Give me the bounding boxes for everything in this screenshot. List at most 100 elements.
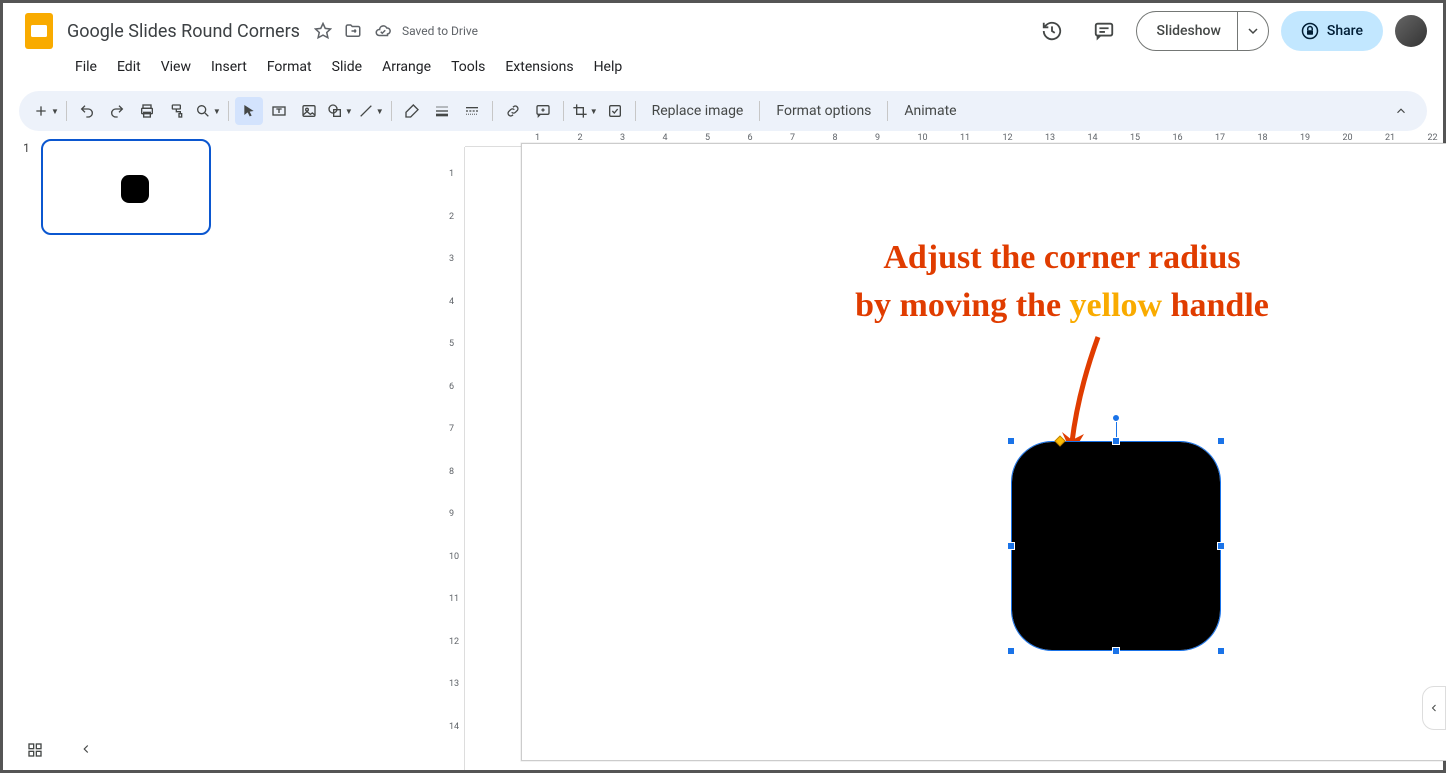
line-tool[interactable]: ▼ (356, 97, 385, 125)
resize-handle-tm[interactable] (1112, 437, 1120, 445)
separator (759, 101, 760, 121)
select-tool[interactable] (235, 97, 263, 125)
new-slide-button[interactable]: ▼ (31, 97, 60, 125)
ruler-tick: 10 (449, 552, 459, 562)
print-button[interactable] (133, 97, 161, 125)
comments-icon[interactable] (1084, 11, 1124, 51)
ruler-tick: 2 (578, 133, 583, 143)
avatar[interactable] (1395, 15, 1427, 47)
ruler-tick: 5 (449, 339, 454, 349)
image-tool[interactable] (295, 97, 323, 125)
ruler-tick: 1 (449, 169, 454, 179)
grid-view-icon[interactable] (27, 742, 43, 758)
slideshow-dropdown[interactable] (1237, 12, 1268, 50)
slide-number: 1 (23, 139, 33, 235)
menu-view[interactable]: View (153, 55, 199, 79)
share-label: Share (1327, 23, 1363, 39)
ruler-tick: 11 (960, 133, 970, 143)
ruler-tick: 14 (1088, 133, 1098, 143)
separator (228, 101, 229, 121)
ruler-tick: 7 (449, 424, 454, 434)
slides-logo[interactable] (19, 11, 59, 51)
slides-panel: 1 (3, 131, 221, 770)
ruler-tick: 4 (449, 297, 454, 307)
resize-handle-mr[interactable] (1217, 542, 1225, 550)
slide-canvas[interactable]: Adjust the corner radius by moving the y… (521, 143, 1446, 761)
ruler-tick: 18 (1258, 133, 1268, 143)
ruler-tick: 1 (535, 133, 540, 143)
ruler-tick: 8 (833, 133, 838, 143)
move-folder-icon[interactable] (344, 22, 362, 40)
menu-slide[interactable]: Slide (324, 55, 370, 79)
document-title[interactable]: Google Slides Round Corners (67, 21, 300, 42)
rounded-rectangle-shape[interactable] (1012, 442, 1220, 650)
link-button[interactable] (499, 97, 527, 125)
cloud-saved-icon[interactable] (374, 22, 392, 40)
ruler-tick: 8 (449, 467, 454, 477)
canvas-area: 1234567891011121314151617181920212223242… (221, 131, 1443, 770)
ruler-tick: 16 (1173, 133, 1183, 143)
crop-button[interactable]: ▼ (570, 97, 599, 125)
annotation-text: Adjust the corner radius by moving the y… (792, 234, 1332, 329)
redo-button[interactable] (103, 97, 131, 125)
menu-insert[interactable]: Insert (203, 55, 255, 79)
undo-button[interactable] (73, 97, 101, 125)
menu-edit[interactable]: Edit (109, 55, 149, 79)
menu-file[interactable]: File (67, 55, 105, 79)
resize-handle-br[interactable] (1217, 647, 1225, 655)
reset-image-button[interactable] (601, 97, 629, 125)
side-panel-expand-icon[interactable] (1422, 686, 1446, 730)
ruler-tick: 3 (620, 133, 625, 143)
lock-icon (1301, 22, 1319, 40)
paint-format-button[interactable] (163, 97, 191, 125)
star-icon[interactable] (314, 22, 332, 40)
resize-handle-tl[interactable] (1007, 437, 1015, 445)
resize-handle-bm[interactable] (1112, 647, 1120, 655)
rotate-handle[interactable] (1112, 414, 1120, 422)
ruler-tick: 3 (449, 254, 454, 264)
share-button[interactable]: Share (1281, 11, 1383, 51)
ruler-vertical: 1234567891011121314 (445, 147, 465, 770)
separator (66, 101, 67, 121)
replace-image-button[interactable]: Replace image (642, 97, 754, 125)
selected-shape[interactable] (1012, 442, 1220, 650)
separator (563, 101, 564, 121)
format-options-button[interactable]: Format options (766, 97, 881, 125)
menu-arrange[interactable]: Arrange (374, 55, 439, 79)
resize-handle-ml[interactable] (1007, 542, 1015, 550)
ruler-tick: 9 (449, 509, 454, 519)
ruler-tick: 21 (1385, 133, 1395, 143)
ruler-tick: 10 (918, 133, 928, 143)
ruler-tick: 15 (1130, 133, 1140, 143)
border-weight-button[interactable] (428, 97, 456, 125)
shape-tool[interactable]: ▼ (325, 97, 354, 125)
comment-button[interactable] (529, 97, 557, 125)
border-color-button[interactable] (398, 97, 426, 125)
ruler-tick: 6 (748, 133, 753, 143)
menu-extensions[interactable]: Extensions (497, 55, 581, 79)
separator (391, 101, 392, 121)
ruler-tick: 14 (449, 722, 459, 732)
collapse-toolbar-button[interactable] (1387, 97, 1415, 125)
animate-button[interactable]: Animate (894, 97, 966, 125)
slideshow-button[interactable]: Slideshow (1136, 11, 1269, 51)
slide-thumbnail-1[interactable] (41, 139, 211, 235)
ruler-tick: 12 (1003, 133, 1013, 143)
menu-tools[interactable]: Tools (443, 55, 493, 79)
border-dash-button[interactable] (458, 97, 486, 125)
history-icon[interactable] (1032, 11, 1072, 51)
toolbar: ▼ ▼ ▼ ▼ ▼ Replace image Format options A… (19, 91, 1427, 131)
resize-handle-bl[interactable] (1007, 647, 1015, 655)
ruler-tick: 19 (1300, 133, 1310, 143)
ruler-tick: 6 (449, 382, 454, 392)
zoom-button[interactable]: ▼ (193, 97, 222, 125)
ruler-tick: 7 (790, 133, 795, 143)
filmstrip-collapse-icon[interactable] (79, 742, 93, 758)
ruler-tick: 12 (449, 637, 459, 647)
menu-format[interactable]: Format (259, 55, 320, 79)
menu-help[interactable]: Help (586, 55, 631, 79)
textbox-tool[interactable] (265, 97, 293, 125)
ruler-tick: 22 (1428, 133, 1438, 143)
resize-handle-tr[interactable] (1217, 437, 1225, 445)
ruler-tick: 9 (875, 133, 880, 143)
